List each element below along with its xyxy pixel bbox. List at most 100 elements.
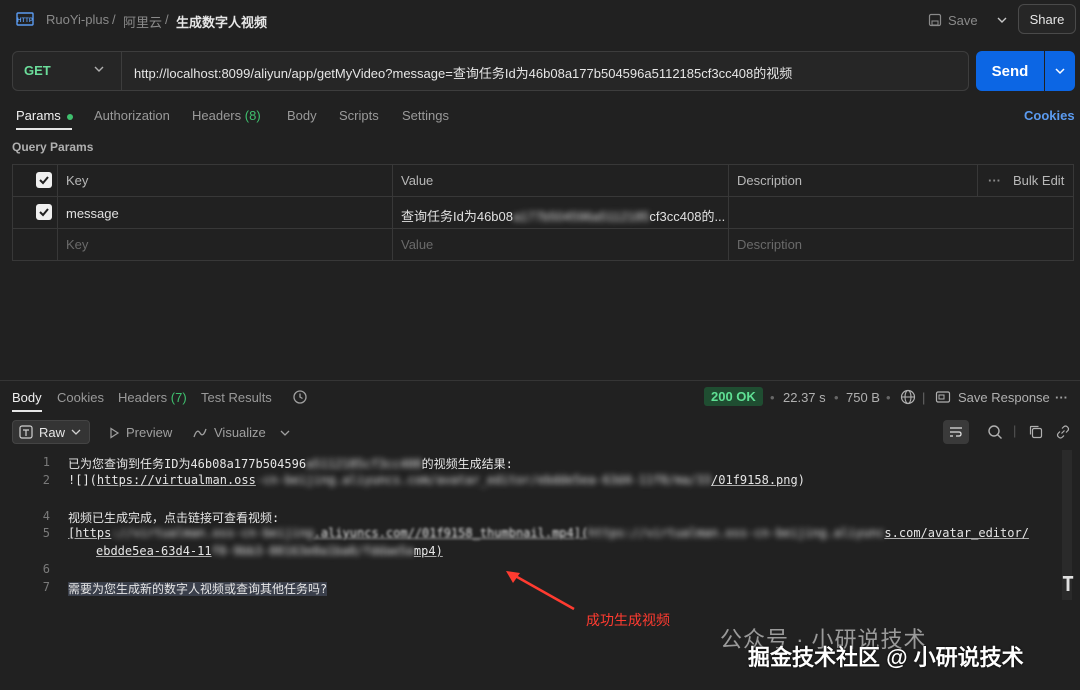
- headers-count: (8): [244, 108, 261, 123]
- tab-headers[interactable]: Headers (8): [192, 108, 261, 123]
- chevron-down-icon[interactable]: [92, 62, 106, 76]
- save-button[interactable]: Save: [928, 10, 1008, 30]
- param-key-input[interactable]: message: [66, 206, 119, 221]
- breadcrumb-collection[interactable]: 阿里云: [123, 12, 162, 31]
- save-response-icon: [935, 391, 951, 403]
- preview-label: Preview: [126, 425, 173, 440]
- more-options-icon[interactable]: ···: [1055, 390, 1068, 405]
- query-params-title: Query Params: [12, 140, 94, 154]
- video-link[interactable]: ebdde5ea-63d4-11: [96, 544, 212, 558]
- separator-dot: •: [886, 390, 891, 405]
- copy-icon[interactable]: [1028, 424, 1044, 440]
- response-divider: [0, 380, 1080, 381]
- tab-scripts[interactable]: Scripts: [339, 108, 379, 123]
- separator-dot: •: [834, 390, 839, 405]
- share-button[interactable]: Share: [1018, 4, 1076, 34]
- chevron-down-icon: [71, 429, 81, 435]
- param-value-text: cf3cc408的...: [649, 209, 726, 224]
- preview-button[interactable]: Preview: [108, 425, 172, 440]
- watermark-text: 掘金技术社区 @ 小研说技术: [748, 645, 1024, 670]
- more-options-icon[interactable]: ···: [988, 173, 1001, 188]
- redacted-text: f0-9bb3-00163e0a1ba0/fddae5a: [211, 544, 414, 558]
- tab-authorization[interactable]: Authorization: [94, 108, 170, 123]
- tab-headers-label: Headers: [192, 108, 242, 123]
- save-icon: [928, 13, 942, 27]
- breadcrumb-workspace[interactable]: RuoYi-plus: [46, 12, 109, 27]
- video-link[interactable]: [https: [68, 526, 111, 540]
- http-request-icon: HTTP: [16, 12, 34, 26]
- tab-test-results[interactable]: Test Results: [201, 390, 272, 405]
- save-response-button[interactable]: Save Response: [958, 390, 1050, 405]
- new-param-value-input[interactable]: Value: [401, 237, 433, 252]
- tab-params[interactable]: Params: [16, 108, 73, 123]
- wrap-lines-button[interactable]: [943, 420, 969, 444]
- code-line: 需要为您生成新的数字人视频或查询其他任务吗?: [68, 580, 328, 597]
- save-label: Save: [948, 12, 978, 28]
- line-number: 1: [42, 455, 50, 469]
- chevron-down-icon[interactable]: [280, 428, 290, 438]
- send-button[interactable]: Send: [976, 51, 1044, 91]
- format-label: Raw: [39, 424, 66, 440]
- tab-response-headers[interactable]: Headers (7): [118, 390, 187, 405]
- table-divider: [392, 164, 393, 261]
- response-size: 750 B: [846, 390, 880, 405]
- redacted-text: a5112185cf3cc408: [306, 457, 422, 471]
- table-divider: [728, 164, 729, 261]
- table-divider: [12, 228, 1074, 229]
- line-number: 5: [42, 526, 50, 540]
- select-all-checkbox[interactable]: [36, 172, 52, 188]
- code-line: ebdde5ea-63d4-11f0-9bb3-00163e0a1ba0/fdd…: [96, 544, 443, 558]
- param-value-input[interactable]: 查询任务Id为46b08a177b504596a5112185cf3cc408的…: [401, 206, 725, 225]
- format-select[interactable]: Raw: [12, 420, 90, 444]
- separator-dot: •: [770, 390, 775, 405]
- code-text: 已为您查询到任务ID为46b08a177b504596: [68, 457, 307, 471]
- image-link-end[interactable]: /01f9158.png: [711, 473, 798, 487]
- line-number: 7: [42, 580, 50, 594]
- history-icon[interactable]: [292, 389, 308, 405]
- separator: |: [922, 390, 926, 405]
- redacted-text: https://virtualman.oss-cn-beijing.aliyun…: [588, 526, 885, 540]
- chevron-down-icon[interactable]: [996, 14, 1008, 26]
- search-icon[interactable]: [987, 424, 1003, 440]
- link-icon[interactable]: [1055, 424, 1071, 440]
- chevron-down-icon: [1055, 68, 1065, 75]
- send-options-button[interactable]: [1045, 51, 1075, 91]
- video-link[interactable]: .aliyuncs.com/: [314, 526, 415, 540]
- tab-response-body[interactable]: Body: [12, 390, 42, 405]
- redacted-text: a177b504596a5112185: [513, 209, 650, 224]
- cookies-link[interactable]: Cookies: [1024, 108, 1075, 123]
- code-line: ![](https://virtualman.oss-cn-beijing.al…: [68, 473, 805, 487]
- param-checkbox[interactable]: [36, 204, 52, 220]
- active-dot: [66, 113, 73, 120]
- code-line: 视频已生成完成，点击链接可查看视频:: [68, 511, 280, 525]
- video-link[interactable]: /01f9158_thumbnail.mp4](: [415, 526, 588, 540]
- new-param-description-input[interactable]: Description: [737, 237, 802, 252]
- new-param-key-input[interactable]: Key: [66, 237, 88, 252]
- globe-icon[interactable]: [900, 389, 916, 405]
- visualize-button[interactable]: Visualize: [192, 425, 290, 440]
- table-divider: [977, 164, 978, 196]
- text-cursor-icon: T: [1062, 572, 1075, 596]
- annotation-label: 成功生成视频: [586, 612, 670, 628]
- image-link[interactable]: https://virtualman.oss: [97, 473, 256, 487]
- tab-settings[interactable]: Settings: [402, 108, 449, 123]
- code-line: 已为您查询到任务ID为46b08a177b504596a5112185cf3cc…: [68, 455, 513, 472]
- response-time: 22.37 s: [783, 390, 826, 405]
- wrap-icon: [950, 427, 962, 437]
- method-select[interactable]: GET: [24, 63, 51, 78]
- separator: |: [1013, 423, 1017, 438]
- active-tab-indicator: [16, 128, 72, 130]
- visualize-icon: [193, 428, 207, 437]
- table-divider: [57, 164, 58, 261]
- tab-params-label: Params: [16, 108, 61, 123]
- tab-response-cookies[interactable]: Cookies: [57, 390, 104, 405]
- tab-body[interactable]: Body: [287, 108, 317, 123]
- text-format-icon: [19, 425, 33, 439]
- page-title[interactable]: 生成数字人视频: [176, 12, 267, 31]
- video-link[interactable]: s.com/avatar_editor/: [884, 526, 1029, 540]
- video-link[interactable]: mp4): [414, 544, 443, 558]
- url-input[interactable]: http://localhost:8099/aliyun/app/getMyVi…: [134, 63, 792, 82]
- check-icon: [39, 208, 49, 217]
- column-header-key: Key: [66, 173, 89, 188]
- bulk-edit-button[interactable]: Bulk Edit: [1013, 173, 1064, 188]
